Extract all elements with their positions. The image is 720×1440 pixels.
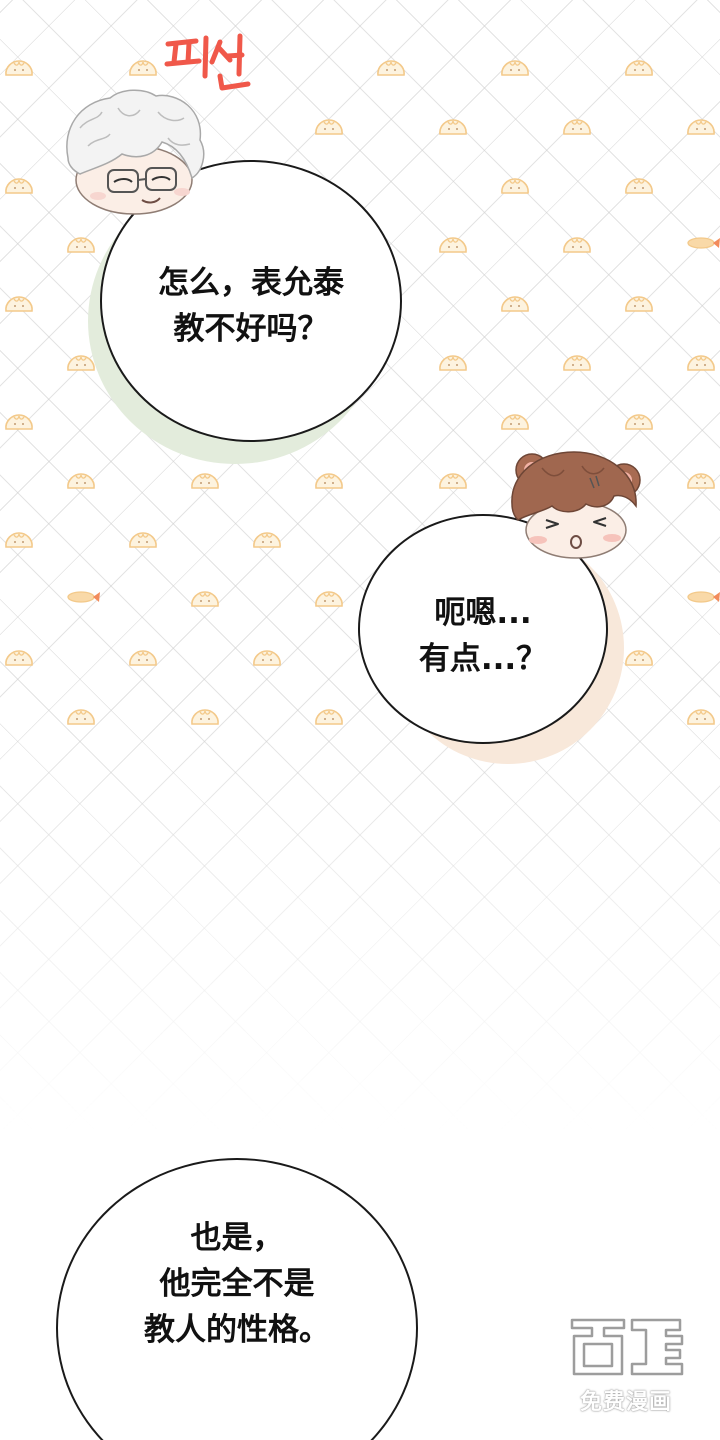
bun-doodle xyxy=(562,353,592,373)
bun-doodle xyxy=(314,707,344,727)
shrimp-doodle xyxy=(66,589,102,603)
watermark-logo-text: 画涯 xyxy=(568,1314,570,1315)
silver-haired-character xyxy=(66,89,205,215)
bun-doodle xyxy=(314,117,344,137)
bun-doodle xyxy=(624,58,654,78)
bun-doodle xyxy=(686,707,716,727)
bun-doodle xyxy=(438,117,468,137)
watermark: 画涯 免费漫画 xyxy=(562,1314,690,1418)
bun-doodle xyxy=(190,471,220,491)
bun-doodle xyxy=(562,117,592,137)
comic-panel: 피식 怎么，表允泰 教不好吗？ 呃嗯... 有点...？ 也是， 他完全不是 教… xyxy=(0,0,720,1440)
bun-doodle xyxy=(314,589,344,609)
sound-effect-text: 피식 xyxy=(162,32,164,33)
bun-doodle xyxy=(190,707,220,727)
bun-doodle xyxy=(438,471,468,491)
bun-doodle xyxy=(438,353,468,373)
speech-bubble-3-text: 也是， 他完全不是 教人的性格。 xyxy=(144,1220,330,1348)
watermark-caption: 免费漫画 xyxy=(579,1389,672,1414)
bun-doodle xyxy=(686,353,716,373)
shrimp-doodle xyxy=(686,589,720,603)
bun-doodle xyxy=(4,648,34,668)
bun-doodle xyxy=(4,58,34,78)
speech-bubble-1-text: 怎么，表允泰 教不好吗？ xyxy=(158,265,344,347)
bun-doodle xyxy=(4,176,34,196)
bun-doodle xyxy=(500,58,530,78)
bun-doodle xyxy=(376,58,406,78)
bun-doodle xyxy=(562,235,592,255)
bun-doodle xyxy=(66,471,96,491)
bun-doodle xyxy=(686,471,716,491)
bun-doodle xyxy=(190,589,220,609)
bun-doodle xyxy=(4,530,34,550)
bun-doodle xyxy=(624,412,654,432)
bun-doodle xyxy=(66,235,96,255)
bun-doodle xyxy=(500,412,530,432)
bun-doodle xyxy=(500,294,530,314)
brown-haired-character xyxy=(511,451,641,559)
bun-doodle xyxy=(686,117,716,137)
bun-doodle xyxy=(252,530,282,550)
watermark-logo: 画涯 xyxy=(568,1314,684,1376)
bun-doodle xyxy=(252,648,282,668)
sound-effect: 피식 xyxy=(162,32,251,91)
speech-bubble-2-text: 呃嗯... 有点...？ xyxy=(418,595,548,677)
speech-bubble-3: 也是， 他完全不是 教人的性格。 xyxy=(56,1158,418,1440)
bun-doodle xyxy=(624,648,654,668)
bun-doodle xyxy=(128,530,158,550)
bun-doodle xyxy=(128,648,158,668)
bun-doodle xyxy=(500,176,530,196)
bun-doodle xyxy=(314,471,344,491)
bun-doodle xyxy=(4,412,34,432)
bun-doodle xyxy=(66,707,96,727)
bun-doodle xyxy=(4,294,34,314)
bun-doodle xyxy=(128,58,158,78)
bun-doodle xyxy=(438,235,468,255)
bun-doodle xyxy=(624,176,654,196)
shrimp-doodle xyxy=(686,235,720,249)
bun-doodle xyxy=(624,294,654,314)
